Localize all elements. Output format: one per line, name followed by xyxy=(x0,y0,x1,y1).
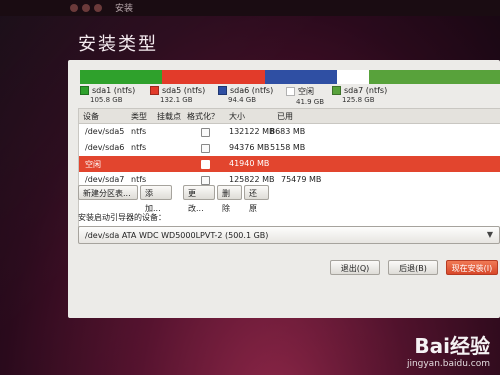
change-button[interactable]: 更改... xyxy=(183,185,215,213)
cell-used: 75479 MB xyxy=(281,175,322,184)
format-checkbox[interactable] xyxy=(201,128,210,137)
legend-swatch xyxy=(80,86,89,95)
cell-type: ntfs xyxy=(131,127,147,136)
installer-panel: sda1 (ntfs) 105.8 GB sda5 (ntfs) 132.1 G… xyxy=(68,60,500,318)
column-header-size[interactable]: 大小 xyxy=(229,111,245,122)
table-row[interactable]: /dev/sda6 ntfs 94376 MB 5158 MB xyxy=(79,140,500,156)
add-button[interactable]: 添加... xyxy=(140,185,172,213)
legend-swatch xyxy=(150,86,159,95)
legend-name: sda6 (ntfs) xyxy=(230,86,274,95)
cell-type: ntfs xyxy=(131,143,147,152)
minimize-icon[interactable] xyxy=(82,4,90,12)
partition-segment-free xyxy=(337,70,369,84)
cell-size: 41940 MB xyxy=(229,159,270,168)
cell-used: 5158 MB xyxy=(270,143,306,152)
legend-name: sda5 (ntfs) xyxy=(162,86,206,95)
watermark-logo: Bai经验 xyxy=(414,334,490,358)
back-button[interactable]: 后退(B) xyxy=(388,260,438,275)
close-icon[interactable] xyxy=(70,4,78,12)
column-header-type[interactable]: 类型 xyxy=(131,111,147,122)
delete-button[interactable]: 删除 xyxy=(217,185,242,213)
partition-actions: 新建分区表... 添加... 更改... 删除 还原 xyxy=(78,185,338,213)
legend-name: 空闲 xyxy=(298,87,314,96)
chevron-down-icon: ▼ xyxy=(486,230,493,239)
page-title: 安装类型 xyxy=(78,34,158,55)
table-row-selected[interactable]: 空闲 41940 MB xyxy=(79,156,500,172)
format-checkbox[interactable] xyxy=(201,176,210,185)
cell-used: 8683 MB xyxy=(270,127,306,136)
legend-swatch xyxy=(286,87,295,96)
legend-swatch xyxy=(332,86,341,95)
legend-size: 105.8 GB xyxy=(90,96,123,104)
partition-segment-sda1 xyxy=(80,70,162,84)
column-header-mount[interactable]: 挂载点 xyxy=(157,111,181,122)
cell-size: 125822 MB xyxy=(229,175,275,184)
legend-size: 94.4 GB xyxy=(228,96,257,104)
cell-device: /dev/sda5 xyxy=(85,127,125,136)
window-titlebar: 安装 xyxy=(0,0,500,16)
bootloader-label: 安装启动引导器的设备： xyxy=(78,213,166,222)
legend-item: 空闲 41.9 GB xyxy=(286,86,324,106)
window-title: 安装 xyxy=(115,4,134,14)
partition-segment-sda5 xyxy=(162,70,265,84)
bootloader-device-select[interactable]: /dev/sda ATA WDC WD5000LPVT-2 (500.1 GB)… xyxy=(78,226,500,244)
cell-device: /dev/sda6 xyxy=(85,143,125,152)
table-header: 设备 类型 挂载点 格式化？ 大小 已用 xyxy=(79,109,500,124)
legend-name: sda1 (ntfs) xyxy=(92,86,136,95)
partition-legend: sda1 (ntfs) 105.8 GB sda5 (ntfs) 132.1 G… xyxy=(80,86,500,108)
legend-size: 132.1 GB xyxy=(160,96,193,104)
column-header-device[interactable]: 设备 xyxy=(83,111,99,122)
legend-size: 125.8 GB xyxy=(342,96,375,104)
bootloader-device-value: /dev/sda ATA WDC WD5000LPVT-2 (500.1 GB) xyxy=(85,231,269,240)
watermark-url: jingyan.baidu.com xyxy=(406,359,490,369)
cell-size: 132122 MB xyxy=(229,127,275,136)
column-header-format[interactable]: 格式化？ xyxy=(187,111,219,122)
partition-bar xyxy=(80,70,500,84)
format-checkbox[interactable] xyxy=(201,160,210,169)
legend-item: sda1 (ntfs) 105.8 GB xyxy=(80,86,135,104)
table-row[interactable]: /dev/sda5 ntfs 132122 MB 8683 MB xyxy=(79,124,500,140)
revert-button[interactable]: 还原 xyxy=(244,185,269,213)
cell-device: /dev/sda7 xyxy=(85,175,125,184)
legend-name: sda7 (ntfs) xyxy=(344,86,388,95)
install-now-button[interactable]: 现在安装(I) xyxy=(446,260,498,275)
legend-size: 41.9 GB xyxy=(296,98,325,106)
cell-type: ntfs xyxy=(131,175,147,184)
partition-segment-sda6 xyxy=(265,70,337,84)
cell-device: 空闲 xyxy=(85,160,101,169)
maximize-icon[interactable] xyxy=(94,4,102,12)
legend-swatch xyxy=(218,86,227,95)
legend-item: sda7 (ntfs) 125.8 GB xyxy=(332,86,387,104)
quit-button[interactable]: 退出(Q) xyxy=(330,260,380,275)
legend-item: sda5 (ntfs) 132.1 GB xyxy=(150,86,205,104)
cell-size: 94376 MB xyxy=(229,143,270,152)
watermark: Bai经验 jingyan.baidu.com xyxy=(407,330,490,369)
column-header-used[interactable]: 已用 xyxy=(277,111,293,122)
partition-segment-sda7 xyxy=(369,70,500,84)
new-partition-table-button[interactable]: 新建分区表... xyxy=(78,185,138,200)
legend-item: sda6 (ntfs) 94.4 GB xyxy=(218,86,273,104)
format-checkbox[interactable] xyxy=(201,144,210,153)
